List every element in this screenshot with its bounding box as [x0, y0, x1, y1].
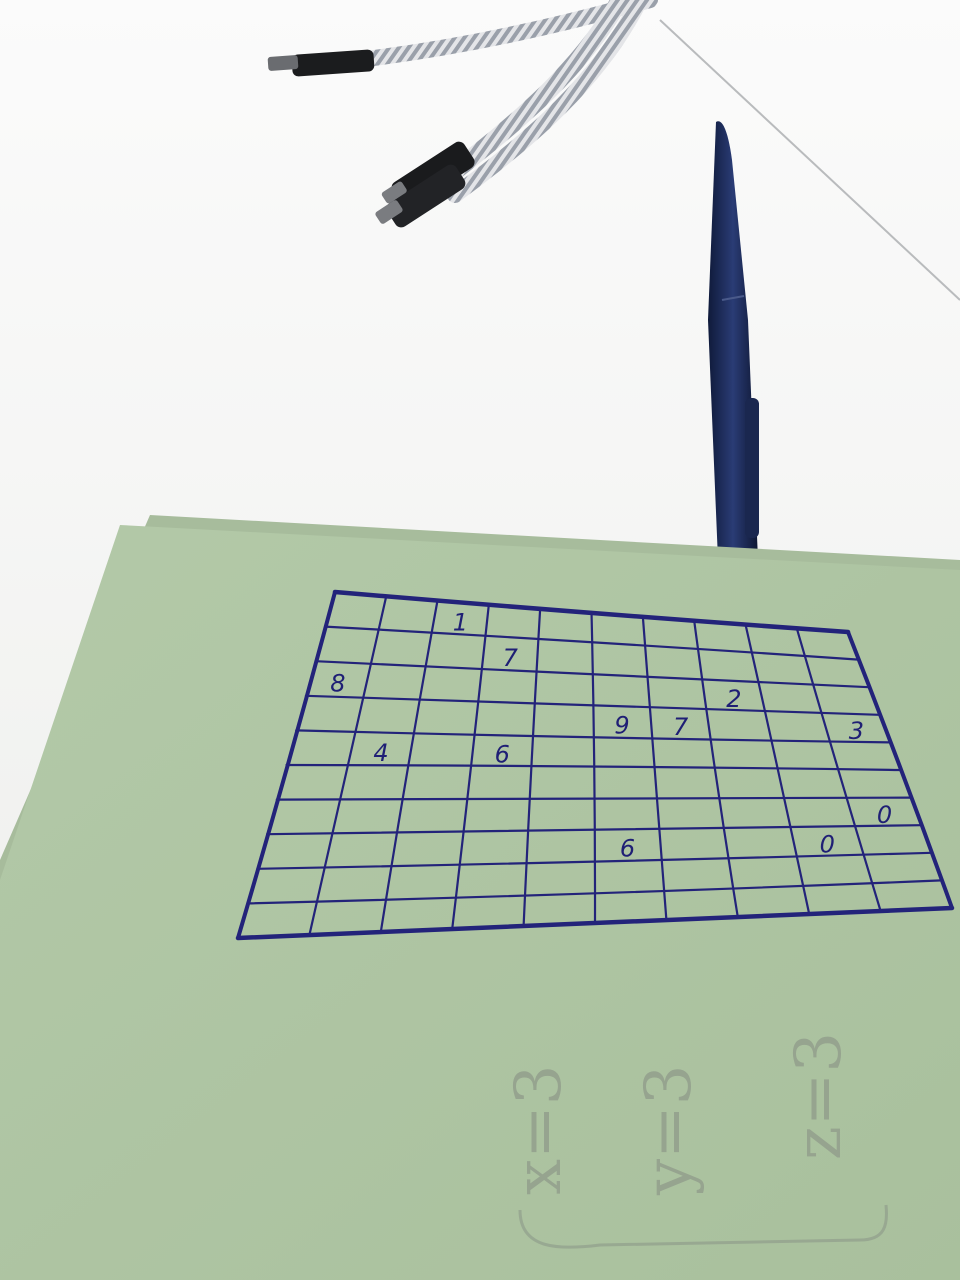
- grid-digit: 2: [726, 685, 741, 713]
- grid-digit: 6: [495, 741, 510, 769]
- grid-digit: 7: [673, 713, 689, 741]
- grid-digit: 7: [503, 644, 519, 672]
- pencil-note-y: y=3: [632, 1065, 706, 1197]
- grid-digit: 8: [330, 670, 345, 698]
- grid-digit: 3: [849, 717, 864, 745]
- grid-digit: 6: [620, 834, 635, 862]
- pencil-note-z: z=3: [782, 1032, 856, 1160]
- grid-digit: 4: [373, 739, 388, 767]
- grid-digit: 1: [453, 608, 468, 636]
- pencil-note-x: x=3: [502, 1065, 576, 1195]
- grid-digit: 9: [614, 711, 629, 739]
- photo-scene: 1 7 8 2 9 7 3 4 6 0 6 0 x=3 y=3 z=3: [0, 0, 960, 1280]
- grid-digit: 0: [877, 801, 892, 829]
- grid-digit: 0: [820, 830, 835, 858]
